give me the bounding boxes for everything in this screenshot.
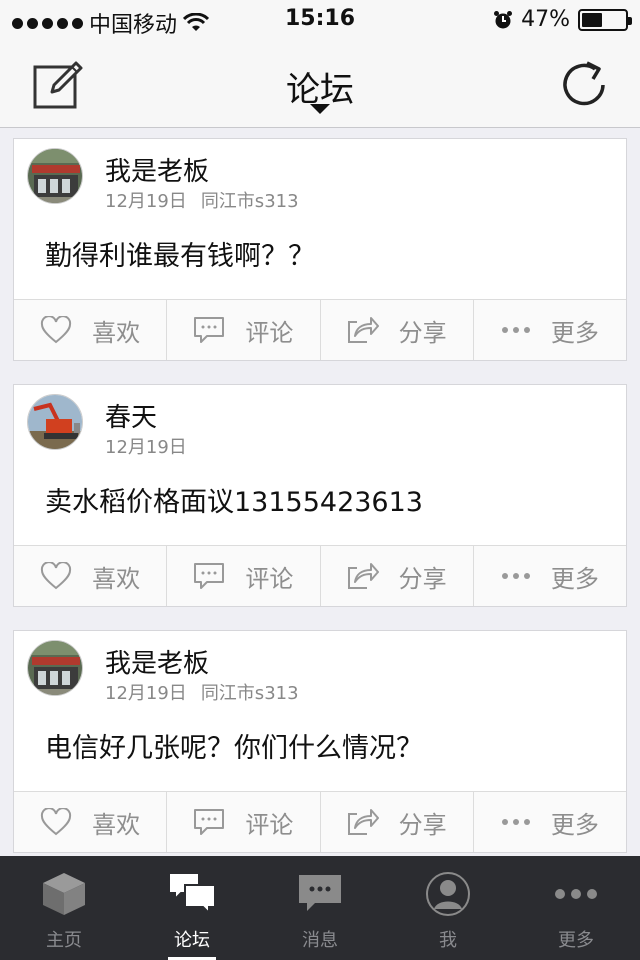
battery-level (582, 12, 602, 27)
status-right: 47% (493, 7, 632, 32)
post-author[interactable]: 我是老板 (105, 643, 209, 680)
share-button[interactable]: 分享 (319, 300, 473, 360)
post-date: 12月19日 (105, 437, 187, 458)
battery-icon (578, 8, 632, 31)
post-actions: 喜欢 评论 分享 更多 (14, 791, 626, 852)
refresh-button[interactable] (556, 56, 612, 112)
more-label: 更多 (550, 564, 599, 593)
like-button[interactable]: 喜欢 (14, 546, 166, 606)
tab-messages[interactable]: 消息 (256, 856, 384, 960)
share-button[interactable]: 分享 (319, 546, 473, 606)
comment-icon (194, 809, 225, 835)
more-button[interactable]: 更多 (472, 546, 626, 606)
post-meta: 12月19日 同江市s313 (105, 187, 299, 213)
post-card[interactable]: 我是老板 12月19日 同江市s313 电信好几张呢？你们什么情况？ 喜欢 评论 … (13, 630, 627, 853)
ellipsis-icon (501, 819, 530, 825)
comment-label: 评论 (245, 318, 294, 347)
heart-icon (41, 316, 72, 344)
more-button[interactable]: 更多 (472, 792, 626, 852)
avatar[interactable] (27, 148, 83, 204)
share-label: 分享 (398, 810, 447, 839)
more-button[interactable]: 更多 (472, 300, 626, 360)
post-date: 12月19日 (105, 683, 187, 704)
nav-bar: 论坛 (0, 40, 640, 128)
avatar[interactable] (27, 394, 83, 450)
battery-percent: 47% (521, 7, 570, 32)
post-content[interactable]: 电信好几张呢？你们什么情况？ (45, 726, 423, 765)
like-label: 喜欢 (92, 810, 141, 839)
ellipsis-icon (501, 573, 530, 579)
more-dots-icon (555, 889, 597, 899)
tab-me[interactable]: 我 (384, 856, 512, 960)
heart-icon (41, 562, 72, 590)
more-label: 更多 (550, 318, 599, 347)
comment-button[interactable]: 评论 (166, 546, 319, 606)
post-actions: 喜欢 评论 分享 更多 (14, 545, 626, 606)
tab-label: 更多 (558, 930, 594, 951)
comment-button[interactable]: 评论 (166, 300, 319, 360)
post-author[interactable]: 春天 (105, 397, 157, 434)
like-button[interactable]: 喜欢 (14, 792, 166, 852)
more-label: 更多 (550, 810, 599, 839)
message-icon (299, 875, 341, 911)
share-icon (347, 809, 379, 835)
chat-bubbles-icon (168, 872, 216, 916)
share-label: 分享 (398, 318, 447, 347)
user-icon (426, 872, 470, 916)
post-actions: 喜欢 评论 分享 更多 (14, 299, 626, 360)
status-bar: 中国移动 15:16 47% (0, 0, 640, 40)
avatar[interactable] (27, 640, 83, 696)
post-date: 12月19日 (105, 191, 187, 212)
post-location: 同江市s313 (200, 683, 299, 704)
ellipsis-icon (501, 327, 530, 333)
like-button[interactable]: 喜欢 (14, 300, 166, 360)
tab-forum[interactable]: 论坛 (128, 856, 256, 960)
post-content[interactable]: 勤得利谁最有钱啊？？ (45, 234, 315, 273)
dropdown-caret-icon[interactable] (310, 104, 330, 114)
comment-icon (194, 563, 225, 589)
share-label: 分享 (398, 564, 447, 593)
post-author[interactable]: 我是老板 (105, 151, 209, 188)
heart-icon (41, 808, 72, 836)
like-label: 喜欢 (92, 564, 141, 593)
alarm-icon (494, 10, 513, 28)
tab-home[interactable]: 主页 (0, 856, 128, 960)
tab-bar: 主页 论坛 消息 我 更多 (0, 856, 640, 960)
cube-icon (43, 873, 85, 915)
tab-label: 主页 (46, 930, 82, 951)
comment-button[interactable]: 评论 (166, 792, 319, 852)
tab-label: 论坛 (174, 930, 210, 951)
post-content[interactable]: 卖水稻价格面议13155423613 (45, 480, 423, 519)
share-button[interactable]: 分享 (319, 792, 473, 852)
post-meta: 12月19日 (105, 433, 187, 459)
like-label: 喜欢 (92, 318, 141, 347)
post-location: 同江市s313 (200, 191, 299, 212)
tab-label: 消息 (302, 930, 338, 951)
post-meta: 12月19日 同江市s313 (105, 679, 299, 705)
tab-label: 我 (439, 930, 457, 951)
share-icon (347, 317, 379, 343)
forum-feed: 我是老板 12月19日 同江市s313 勤得利谁最有钱啊？？ 喜欢 评论 分享 更… (13, 138, 627, 876)
comment-icon (194, 317, 225, 343)
tab-more[interactable]: 更多 (512, 856, 640, 960)
share-icon (347, 563, 379, 589)
refresh-icon (563, 61, 605, 106)
post-card[interactable]: 春天 12月19日 卖水稻价格面议13155423613 喜欢 评论 分享 更多 (13, 384, 627, 607)
comment-label: 评论 (245, 810, 294, 839)
post-card[interactable]: 我是老板 12月19日 同江市s313 勤得利谁最有钱啊？？ 喜欢 评论 分享 更… (13, 138, 627, 361)
comment-label: 评论 (245, 564, 294, 593)
